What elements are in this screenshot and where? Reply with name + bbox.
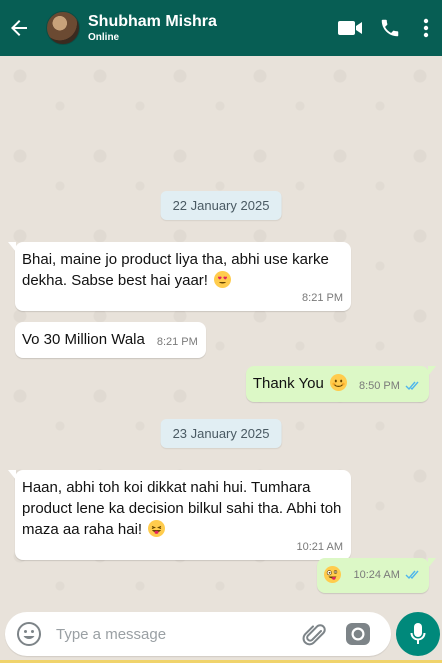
- read-receipt-icon: [405, 381, 419, 391]
- chat-header: Shubham Mishra Online: [0, 0, 442, 56]
- phone-icon: [381, 19, 399, 37]
- message-meta: 10:24 AM: [353, 565, 421, 586]
- message-meta: 8:50 PM: [359, 376, 421, 397]
- message-time: 10:24 AM: [353, 569, 400, 581]
- back-button[interactable]: [0, 0, 38, 56]
- video-call-button[interactable]: [330, 0, 370, 56]
- message-time: 8:50 PM: [358, 380, 400, 392]
- message-time: 8:21 PM: [156, 336, 198, 348]
- attach-button[interactable]: [297, 617, 331, 651]
- mic-icon: [410, 623, 426, 644]
- compose-bar: Type a message: [0, 604, 442, 663]
- voice-call-button[interactable]: [370, 0, 410, 56]
- smiling-face-emoji-icon: [329, 374, 347, 391]
- zany-face-emoji-icon: [324, 566, 342, 583]
- outgoing-message[interactable]: Thank You 8:50 PM: [245, 366, 437, 402]
- message-text: Thank You: [253, 373, 347, 394]
- incoming-message[interactable]: Haan, abhi toh koi dikkat nahi hui. Tumh…: [8, 470, 351, 560]
- back-arrow-icon: [11, 20, 27, 36]
- more-vert-icon: [423, 18, 429, 38]
- camera-icon: [346, 623, 370, 645]
- incoming-message[interactable]: Vo 30 Million Wala 8:21 PM: [15, 322, 206, 358]
- tongue-out-emoji-icon: [148, 520, 166, 537]
- emoji-button[interactable]: [15, 620, 43, 648]
- date-separator: 22 January 2025: [160, 191, 282, 220]
- contact-info[interactable]: Shubham Mishra Online: [88, 13, 330, 44]
- avatar[interactable]: [46, 11, 80, 45]
- message-input-container: Type a message: [5, 612, 391, 656]
- message-text: Haan, abhi toh koi dikkat nahi hui. Tumh…: [22, 479, 342, 538]
- message-text: Bhai, maine jo product liya tha, abhi us…: [22, 251, 329, 289]
- contact-name: Shubham Mishra: [88, 12, 217, 30]
- contact-status: Online: [88, 32, 120, 44]
- read-receipt-icon: [405, 570, 419, 580]
- video-call-icon: [338, 21, 362, 35]
- outgoing-message[interactable]: 10:24 AM: [317, 558, 436, 593]
- chat-app: Shubham Mishra Online 22 January 2025 Bh…: [0, 0, 442, 663]
- attach-icon: [302, 624, 326, 646]
- more-options-button[interactable]: [410, 0, 442, 56]
- heart-eyes-emoji-icon: [214, 271, 232, 288]
- emoji-icon: [17, 622, 41, 646]
- message-time: 10:21 AM: [296, 541, 343, 553]
- voice-record-button[interactable]: [396, 612, 440, 656]
- message-input[interactable]: Type a message: [56, 626, 297, 643]
- message-time: 8:21 PM: [302, 292, 343, 304]
- message-list[interactable]: 22 January 2025 Bhai, maine jo product l…: [0, 56, 442, 604]
- message-text: Vo 30 Million Wala: [22, 331, 145, 348]
- incoming-message[interactable]: Bhai, maine jo product liya tha, abhi us…: [8, 242, 351, 311]
- date-separator: 23 January 2025: [160, 419, 282, 448]
- camera-button[interactable]: [341, 617, 375, 651]
